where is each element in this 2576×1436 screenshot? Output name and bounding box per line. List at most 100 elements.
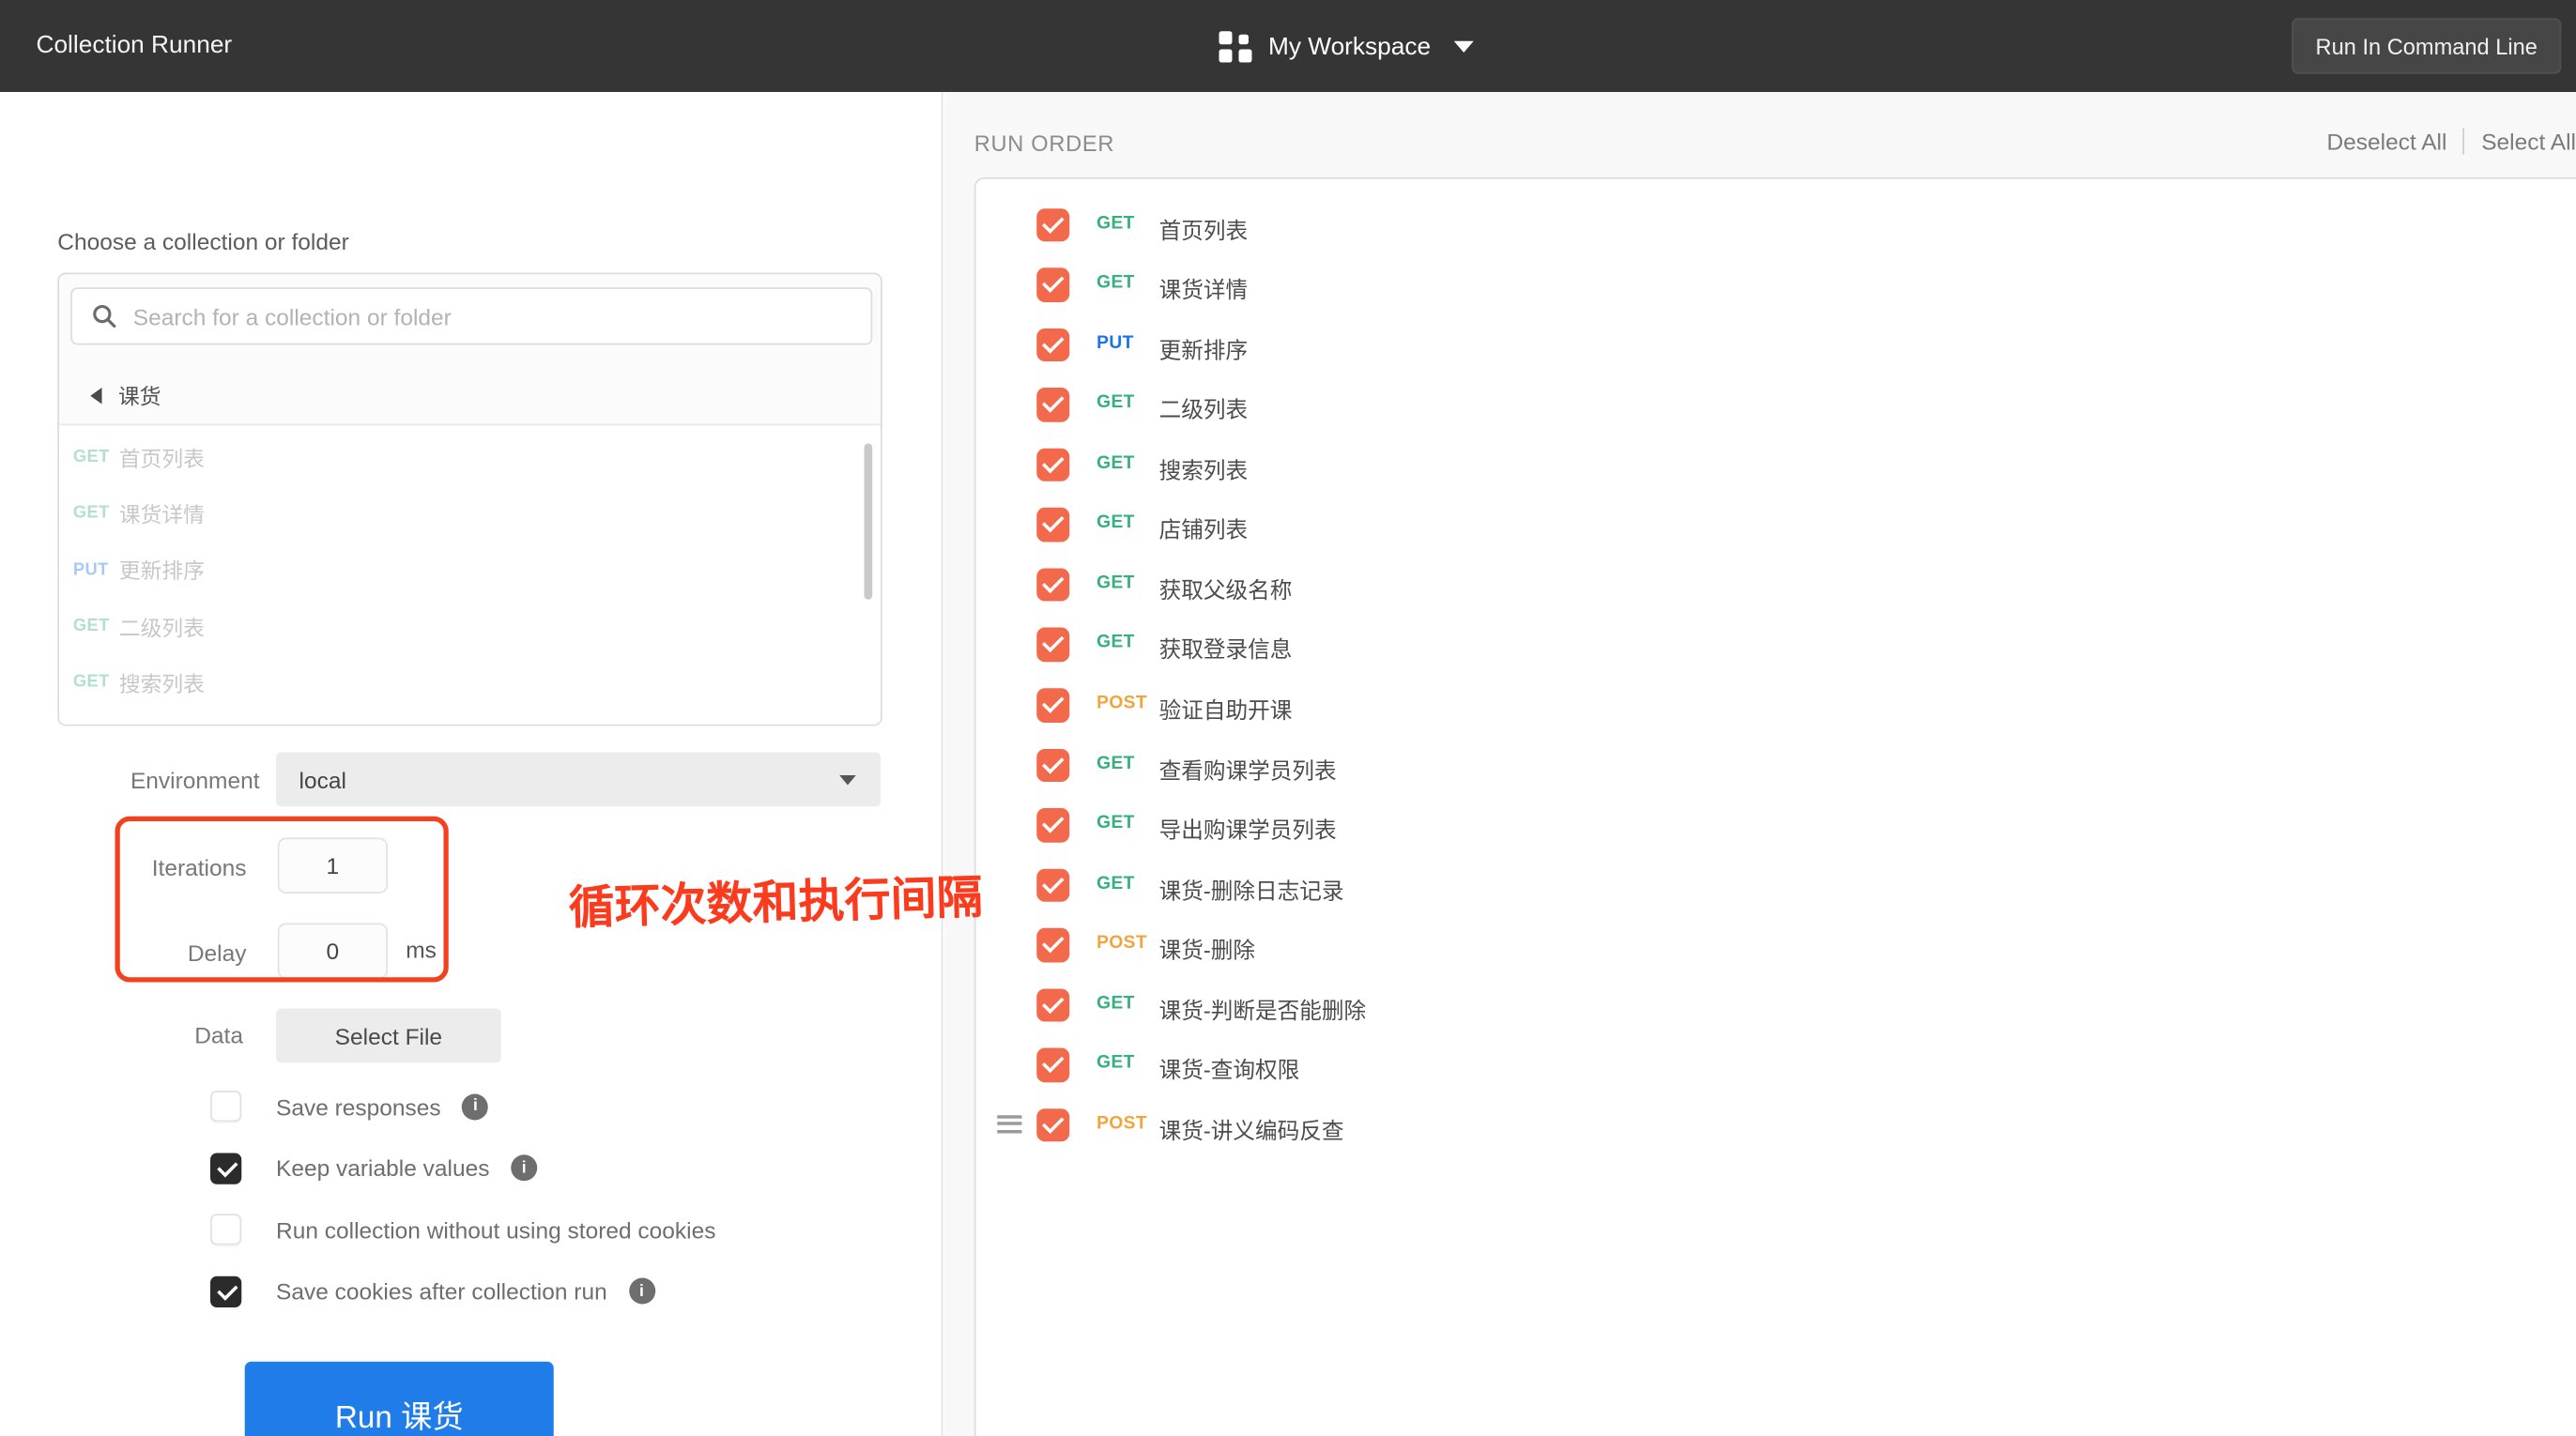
method-badge: GET bbox=[1096, 1053, 1135, 1074]
divider bbox=[2462, 128, 2465, 155]
run-order-row: PUT 更新排序 bbox=[976, 314, 2576, 374]
list-item[interactable]: GET 二级列表 bbox=[59, 598, 881, 654]
delay-unit-label: ms bbox=[406, 936, 437, 963]
request-name: 搜索列表 bbox=[1158, 457, 1249, 483]
request-name: 获取登录信息 bbox=[1158, 637, 1293, 664]
environment-value: local bbox=[299, 766, 346, 793]
select-all-link[interactable]: Select All bbox=[2481, 129, 2576, 155]
method-badge: GET bbox=[72, 447, 110, 467]
option-checkbox[interactable] bbox=[210, 1276, 242, 1307]
select-caret-icon bbox=[839, 774, 856, 785]
collection-picker: 课货 GET 首页列表 GET 课货详情 PUT 更新排序 GET 二级列表 G… bbox=[57, 272, 882, 726]
request-checkbox[interactable] bbox=[1035, 267, 1070, 302]
request-name: 课货-判断是否能删除 bbox=[1158, 998, 1367, 1023]
scrollbar-thumb[interactable] bbox=[864, 443, 873, 600]
option-row: Save cookies after collection run i bbox=[210, 1260, 715, 1322]
request-checkbox[interactable] bbox=[1035, 868, 1070, 903]
collection-request-list: GET 首页列表 GET 课货详情 PUT 更新排序 GET 二级列表 GET … bbox=[59, 423, 881, 725]
method-badge: GET bbox=[1096, 392, 1135, 413]
request-name: 验证自助开课 bbox=[1158, 697, 1293, 723]
option-label: Keep variable values bbox=[276, 1154, 490, 1182]
workspace-grid-icon bbox=[1219, 30, 1252, 63]
request-checkbox[interactable] bbox=[1035, 808, 1070, 843]
option-row: Run collection without using stored cook… bbox=[210, 1199, 715, 1261]
breadcrumb-label: 课货 bbox=[118, 384, 161, 409]
request-checkbox[interactable] bbox=[1035, 568, 1070, 603]
info-icon[interactable]: i bbox=[462, 1093, 489, 1121]
environment-select[interactable]: local bbox=[276, 752, 881, 807]
request-checkbox[interactable] bbox=[1035, 988, 1070, 1023]
run-order-row: GET 二级列表 bbox=[976, 374, 2576, 435]
request-checkbox[interactable] bbox=[1035, 688, 1070, 723]
iterations-input[interactable] bbox=[277, 837, 388, 894]
option-label: Run collection without using stored cook… bbox=[276, 1216, 716, 1244]
option-label: Save cookies after collection run bbox=[276, 1277, 607, 1305]
request-checkbox[interactable] bbox=[1035, 207, 1070, 242]
list-item[interactable]: GET 课货详情 bbox=[59, 485, 881, 542]
drag-handle-icon[interactable] bbox=[997, 1115, 1022, 1138]
request-checkbox[interactable] bbox=[1035, 448, 1070, 482]
method-badge: GET bbox=[1096, 873, 1135, 894]
collection-search bbox=[70, 287, 873, 345]
app-window: Collection Runner My Workspace Run In Co… bbox=[0, 0, 2576, 1436]
run-order-row: GET 课货详情 bbox=[976, 254, 2576, 314]
run-in-command-line-button[interactable]: Run In Command Line bbox=[2292, 18, 2562, 74]
info-icon[interactable]: i bbox=[628, 1277, 655, 1305]
search-input[interactable] bbox=[132, 302, 871, 329]
run-order-row: GET 查看购课学员列表 bbox=[976, 735, 2576, 795]
request-name: 课货-删除 bbox=[1158, 938, 1255, 963]
back-arrow-icon bbox=[90, 387, 102, 404]
delay-label: Delay bbox=[187, 940, 247, 966]
list-item[interactable]: GET 首页列表 bbox=[59, 429, 881, 485]
request-name: 获取父级名称 bbox=[1158, 577, 1293, 603]
list-item[interactable]: PUT 更新排序 bbox=[59, 542, 881, 598]
run-order-row: POST 课货-讲义编码反查 bbox=[976, 1095, 2576, 1155]
request-name: 二级列表 bbox=[1158, 397, 1249, 423]
request-checkbox[interactable] bbox=[1035, 1108, 1070, 1143]
request-checkbox[interactable] bbox=[1035, 748, 1070, 783]
data-label: Data bbox=[194, 1021, 243, 1048]
run-order-row: GET 获取登录信息 bbox=[976, 615, 2576, 675]
iterations-label: Iterations bbox=[151, 854, 247, 880]
workspace-switcher[interactable]: My Workspace bbox=[1219, 0, 1474, 92]
chevron-down-icon bbox=[1453, 39, 1474, 53]
request-name: 店铺列表 bbox=[1158, 517, 1249, 543]
run-order-row: POST 验证自助开课 bbox=[976, 675, 2576, 735]
method-badge: POST bbox=[1096, 1113, 1147, 1134]
breadcrumb[interactable]: 课货 bbox=[59, 366, 881, 423]
request-checkbox[interactable] bbox=[1035, 928, 1070, 963]
run-order-row: GET 课货-删除日志记录 bbox=[976, 855, 2576, 915]
select-file-button[interactable]: Select File bbox=[276, 1008, 501, 1063]
request-checkbox[interactable] bbox=[1035, 1048, 1070, 1083]
method-badge: PUT bbox=[1096, 332, 1134, 353]
red-annotation-text: 循环次数和执行间隔 bbox=[567, 871, 984, 934]
request-name: 搜索列表 bbox=[118, 671, 205, 696]
method-badge: GET bbox=[1096, 573, 1135, 593]
run-collection-button[interactable]: Run 课货 bbox=[244, 1361, 554, 1436]
method-badge: POST bbox=[1096, 933, 1147, 954]
method-badge: GET bbox=[72, 616, 110, 636]
request-checkbox[interactable] bbox=[1035, 388, 1070, 422]
request-checkbox[interactable] bbox=[1035, 508, 1070, 542]
option-checkbox[interactable] bbox=[210, 1153, 242, 1184]
run-order-list: GET 首页列表 GET 课货详情 PUT 更新排序 GET 二级列表 GET … bbox=[974, 176, 2576, 1436]
request-name: 课货-查询权限 bbox=[1158, 1058, 1300, 1083]
option-checkbox[interactable] bbox=[210, 1214, 242, 1245]
deselect-all-link[interactable]: Deselect All bbox=[2326, 129, 2446, 155]
info-icon[interactable]: i bbox=[511, 1154, 538, 1182]
list-item[interactable]: GET 店铺列表 bbox=[59, 710, 881, 725]
run-order-row: GET 课货-判断是否能删除 bbox=[976, 975, 2576, 1035]
delay-input[interactable] bbox=[277, 923, 388, 979]
option-checkbox[interactable] bbox=[210, 1091, 242, 1123]
environment-label: Environment bbox=[130, 767, 260, 794]
method-badge: GET bbox=[1096, 813, 1135, 833]
request-checkbox[interactable] bbox=[1035, 328, 1070, 362]
request-name: 课货详情 bbox=[1158, 277, 1249, 303]
workspace-label: My Workspace bbox=[1268, 32, 1432, 60]
request-checkbox[interactable] bbox=[1035, 628, 1070, 663]
run-order-row: GET 店铺列表 bbox=[976, 495, 2576, 555]
run-order-row: GET 搜索列表 bbox=[976, 435, 2576, 495]
list-item[interactable]: GET 搜索列表 bbox=[59, 654, 881, 710]
method-badge: GET bbox=[72, 503, 110, 524]
option-row: Keep variable values i bbox=[210, 1138, 715, 1199]
